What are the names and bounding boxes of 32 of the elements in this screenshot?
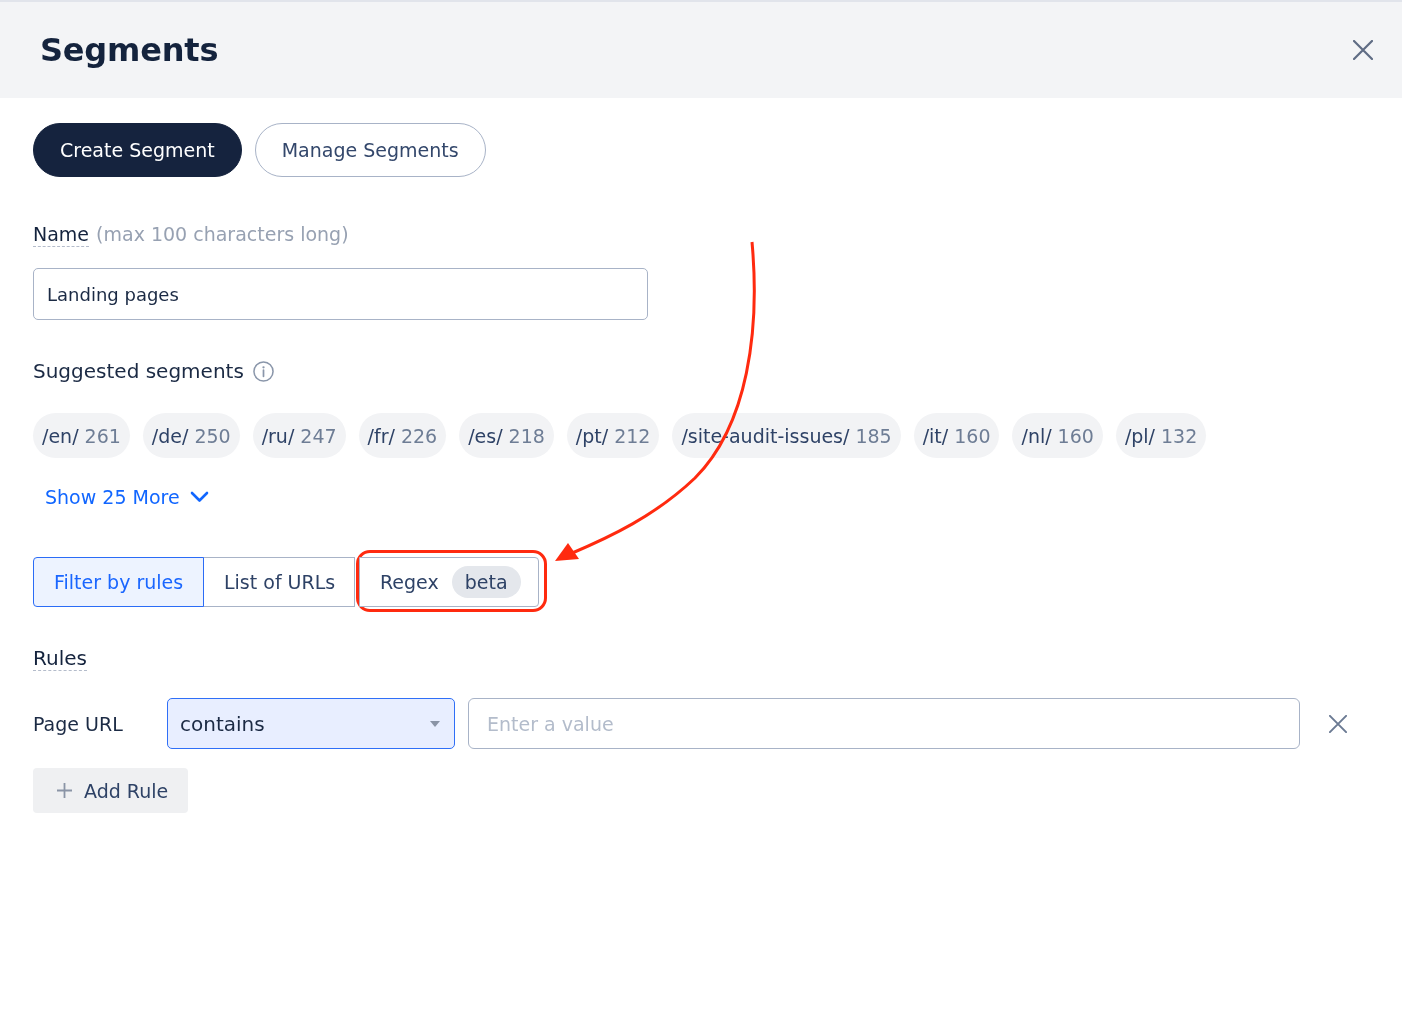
name-hint: (max 100 characters long) [96,222,349,246]
chevron-down-icon [189,490,209,503]
close-icon[interactable] [1353,40,1373,60]
segment-chip[interactable]: /de/ 250 [142,413,240,458]
name-input-field[interactable]: Landing pages [33,268,648,320]
add-rule-button[interactable]: Add Rule [33,768,189,813]
beta-badge: beta [451,566,521,598]
rule-value-input-field[interactable]: Enter a value [468,698,1300,749]
suggested-segments-title: Suggested segments [33,359,244,383]
segment-chip[interactable]: /it/ 160 [913,413,1000,458]
plus-icon [57,783,72,798]
segment-chip[interactable]: /pt/ 212 [566,413,660,458]
segment-chip[interactable]: /ru/ 247 [252,413,346,458]
caret-icon [430,720,440,727]
show-more-link[interactable]: Show 25 More [45,484,209,509]
segment-chip[interactable]: /es/ 218 [459,413,554,458]
create-segment-button[interactable]: Create Segment [33,123,242,177]
rules-title: Rules [33,646,87,671]
segment-chip[interactable]: /fr/ 226 [358,413,447,458]
rule-field-label: Page URL [33,712,124,735]
filter-mode-tab[interactable]: Regex beta [359,557,539,607]
filter-mode-tab[interactable]: List of URLs [203,557,355,607]
remove-rule-icon[interactable] [1329,714,1347,733]
operator-select[interactable]: contains [167,698,455,749]
info-icon[interactable] [252,360,274,382]
name-label: Name [33,222,90,247]
segment-chip[interactable]: /en/ 261 [33,413,130,458]
modal-title: Segments [40,31,219,69]
segment-chip[interactable]: /pl/ 132 [1115,413,1207,458]
manage-segments-button[interactable]: Manage Segments [254,123,486,177]
filter-mode-tab[interactable]: Filter by rules [33,557,204,607]
segment-chip[interactable]: /nl/ 160 [1012,413,1103,458]
